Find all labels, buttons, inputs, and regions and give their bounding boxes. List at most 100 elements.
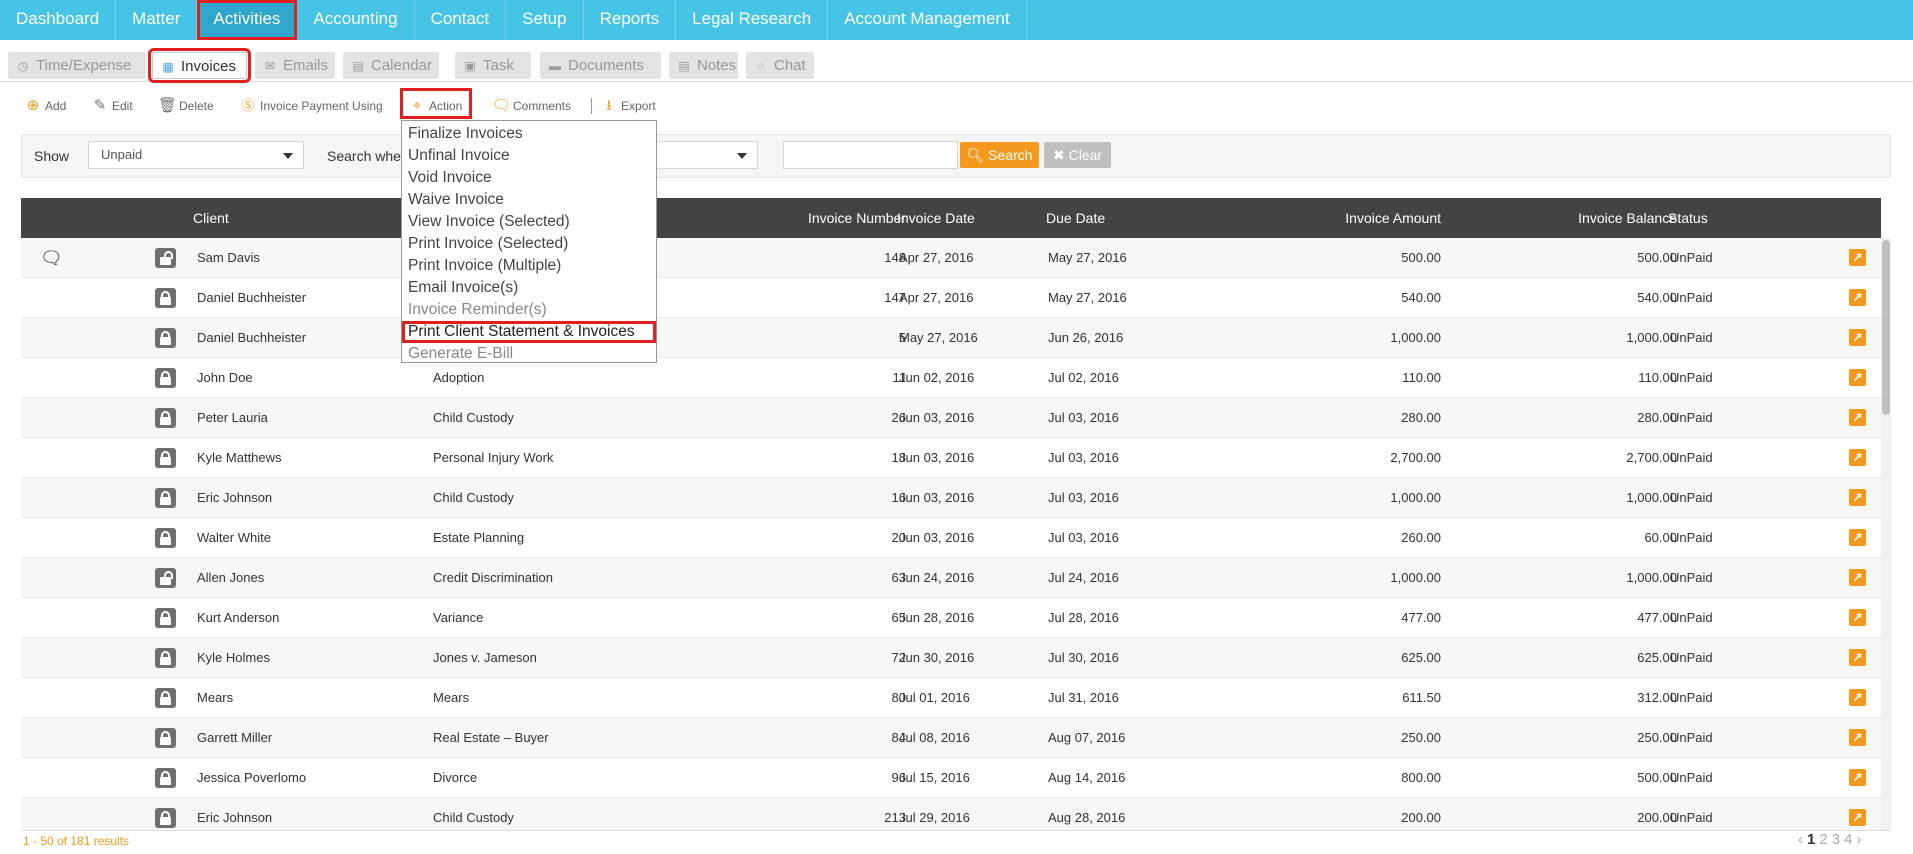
menu-item-waive-invoice[interactable]: Waive Invoice	[402, 189, 656, 211]
open-external-icon[interactable]: ↗	[1849, 369, 1866, 386]
lock-icon[interactable]	[155, 328, 176, 348]
page-3-button[interactable]: 3	[1832, 831, 1840, 848]
cell-amount: 260.00	[1401, 530, 1441, 545]
lock-icon[interactable]	[155, 528, 176, 548]
tab-documents[interactable]: ▬ Documents	[540, 52, 661, 79]
open-external-icon[interactable]: ↗	[1849, 409, 1866, 426]
unlock-icon[interactable]	[155, 248, 176, 268]
open-external-icon[interactable]: ↗	[1849, 729, 1866, 746]
tab-task[interactable]: ▣ Task	[455, 52, 531, 79]
menu-item-view-invoice-selected[interactable]: View Invoice (Selected)	[402, 211, 656, 233]
menu-item-generate-e-bill[interactable]: Generate E-Bill	[402, 343, 656, 365]
add-button[interactable]: ⊕ Add	[24, 96, 67, 116]
open-external-icon[interactable]: ↗	[1849, 329, 1866, 346]
open-external-icon[interactable]: ↗	[1849, 289, 1866, 306]
open-external-icon[interactable]: ↗	[1849, 529, 1866, 546]
open-external-icon[interactable]: ↗	[1849, 609, 1866, 626]
lock-icon[interactable]	[155, 728, 176, 748]
tab-notes[interactable]: ▤ Notes	[669, 52, 738, 79]
menu-item-unfinal-invoice[interactable]: Unfinal Invoice	[402, 145, 656, 167]
search-input[interactable]	[783, 141, 958, 169]
nav-item-setup[interactable]: Setup	[506, 0, 584, 40]
table-row[interactable]: Kurt Anderson Variance 65 Jun 28, 2016 Jul 2…	[21, 598, 1881, 638]
tab-chat[interactable]: ◌ Chat	[746, 52, 814, 79]
lock-icon[interactable]	[155, 808, 176, 828]
open-external-icon[interactable]: ↗	[1849, 689, 1866, 706]
comments-icon[interactable]: 🗨︎	[40, 248, 64, 268]
menu-item-void-invoice[interactable]: Void Invoice	[402, 167, 656, 189]
lock-icon[interactable]	[155, 688, 176, 708]
table-row[interactable]: Eric Johnson Child Custody 16 Jun 03, 2016 J…	[21, 478, 1881, 518]
next-page-button[interactable]: ›	[1856, 831, 1861, 848]
nav-item-accounting[interactable]: Accounting	[297, 0, 415, 40]
menu-item-print-client-statement-invoices[interactable]: Print Client Statement & Invoices	[402, 321, 656, 343]
open-external-icon[interactable]: ↗	[1849, 649, 1866, 666]
table-row[interactable]: Peter Lauria Child Custody 26 Jun 03, 2016 J…	[21, 398, 1881, 438]
table-row[interactable]: Garrett Miller Real Estate – Buyer 84 Jul 0…	[21, 718, 1881, 758]
page-4-button[interactable]: 4	[1844, 831, 1852, 848]
col-client[interactable]: Client	[193, 209, 229, 227]
export-button[interactable]: ⭳ Export	[600, 96, 655, 116]
search-button[interactable]: 🔍︎ Search	[960, 142, 1039, 168]
tab-emails[interactable]: ✉ Emails	[255, 52, 335, 79]
tab-time-expense[interactable]: ◷ Time/Expense	[8, 52, 146, 79]
nav-item-reports[interactable]: Reports	[584, 0, 677, 40]
table-row[interactable]: 🗨︎ Sam Davis 148 Apr 27, 2016 May 27, 2016 50…	[21, 238, 1881, 278]
table-row[interactable]: Kyle Holmes Jones v. Jameson 72 Jun 30, 201…	[21, 638, 1881, 678]
col-invoice-date[interactable]: Invoice Date	[897, 209, 975, 227]
col-due-date[interactable]: Due Date	[1046, 209, 1105, 227]
lock-icon[interactable]	[155, 288, 176, 308]
unlock-icon[interactable]	[155, 568, 176, 588]
open-external-icon[interactable]: ↗	[1849, 449, 1866, 466]
close-icon: ✖	[1052, 147, 1069, 163]
col-status[interactable]: Status	[1668, 209, 1708, 227]
col-invoice-amount[interactable]: Invoice Amount	[1301, 209, 1441, 227]
menu-item-email-invoice-s[interactable]: Email Invoice(s)	[402, 277, 656, 299]
lock-icon[interactable]	[155, 408, 176, 428]
page-1-button[interactable]: 1	[1807, 831, 1815, 848]
open-external-icon[interactable]: ↗	[1849, 769, 1866, 786]
open-external-icon[interactable]: ↗	[1849, 569, 1866, 586]
show-select[interactable]: Unpaid	[88, 141, 304, 169]
nav-item-legal-research[interactable]: Legal Research	[676, 0, 829, 40]
edit-button[interactable]: ✎ Edit	[91, 96, 133, 116]
tab-calendar[interactable]: ▤ Calendar	[343, 52, 439, 79]
lock-icon[interactable]	[155, 368, 176, 388]
menu-item-finalize-invoices[interactable]: Finalize Invoices	[402, 123, 656, 145]
nav-item-matter[interactable]: Matter	[116, 0, 198, 40]
menu-item-print-invoice-multiple[interactable]: Print Invoice (Multiple)	[402, 255, 656, 277]
menu-item-invoice-reminder-s[interactable]: Invoice Reminder(s)	[402, 299, 656, 321]
lock-icon[interactable]	[155, 648, 176, 668]
table-row[interactable]: Walter White Estate Planning 20 Jun 03, 201…	[21, 518, 1881, 558]
page-2-button[interactable]: 2	[1819, 831, 1827, 848]
nav-item-activities[interactable]: Activities	[197, 0, 298, 40]
table-row[interactable]: Eric Johnson Child Custody 213 Jul 29, 2016…	[21, 798, 1881, 830]
comments-button[interactable]: 🗨︎ Comments	[492, 96, 571, 116]
open-external-icon[interactable]: ↗	[1849, 489, 1866, 506]
prev-page-button[interactable]: ‹	[1798, 831, 1803, 848]
lock-icon[interactable]	[155, 608, 176, 628]
table-row[interactable]: Mears Mears 80 Jul 01, 2016 Jul 31, 2016 611.…	[21, 678, 1881, 718]
lock-icon[interactable]	[155, 488, 176, 508]
nav-item-contact[interactable]: Contact	[415, 0, 507, 40]
table-row[interactable]: Daniel Buchheister 5 May 27, 2016 Jun 26, 2…	[21, 318, 1881, 358]
lock-icon[interactable]	[155, 448, 176, 468]
table-row[interactable]: Kyle Matthews Personal Injury Work 18 Jun 0…	[21, 438, 1881, 478]
scrollbar-thumb[interactable]	[1882, 240, 1890, 415]
table-row[interactable]: Jessica Poverlomo Divorce 96 Jul 15, 2016 Au…	[21, 758, 1881, 798]
col-invoice-number[interactable]: Invoice Number	[766, 209, 906, 227]
clear-button[interactable]: ✖ Clear	[1044, 142, 1111, 168]
nav-item-account-management[interactable]: Account Management	[828, 0, 1027, 40]
tab-invoices[interactable]: ▦ Invoices	[148, 48, 251, 83]
col-invoice-balance[interactable]: Invoice Balance	[1531, 209, 1677, 227]
table-row[interactable]: Daniel Buchheister 147 Apr 27, 2016 May 27,…	[21, 278, 1881, 318]
nav-item-dashboard[interactable]: Dashboard	[0, 0, 117, 40]
menu-item-print-invoice-selected[interactable]: Print Invoice (Selected)	[402, 233, 656, 255]
table-row[interactable]: John Doe Adoption 11 Jun 02, 2016 Jul 02, 20…	[21, 358, 1881, 398]
table-row[interactable]: Allen Jones Credit Discrimination 63 Jun 24…	[21, 558, 1881, 598]
open-external-icon[interactable]: ↗	[1849, 809, 1866, 826]
lock-icon[interactable]	[155, 768, 176, 788]
delete-button[interactable]: 🗑︎ Delete	[158, 96, 214, 116]
open-external-icon[interactable]: ↗	[1849, 249, 1866, 266]
invoice-payment-button[interactable]: Ⓢ Invoice Payment Using	[239, 96, 382, 116]
